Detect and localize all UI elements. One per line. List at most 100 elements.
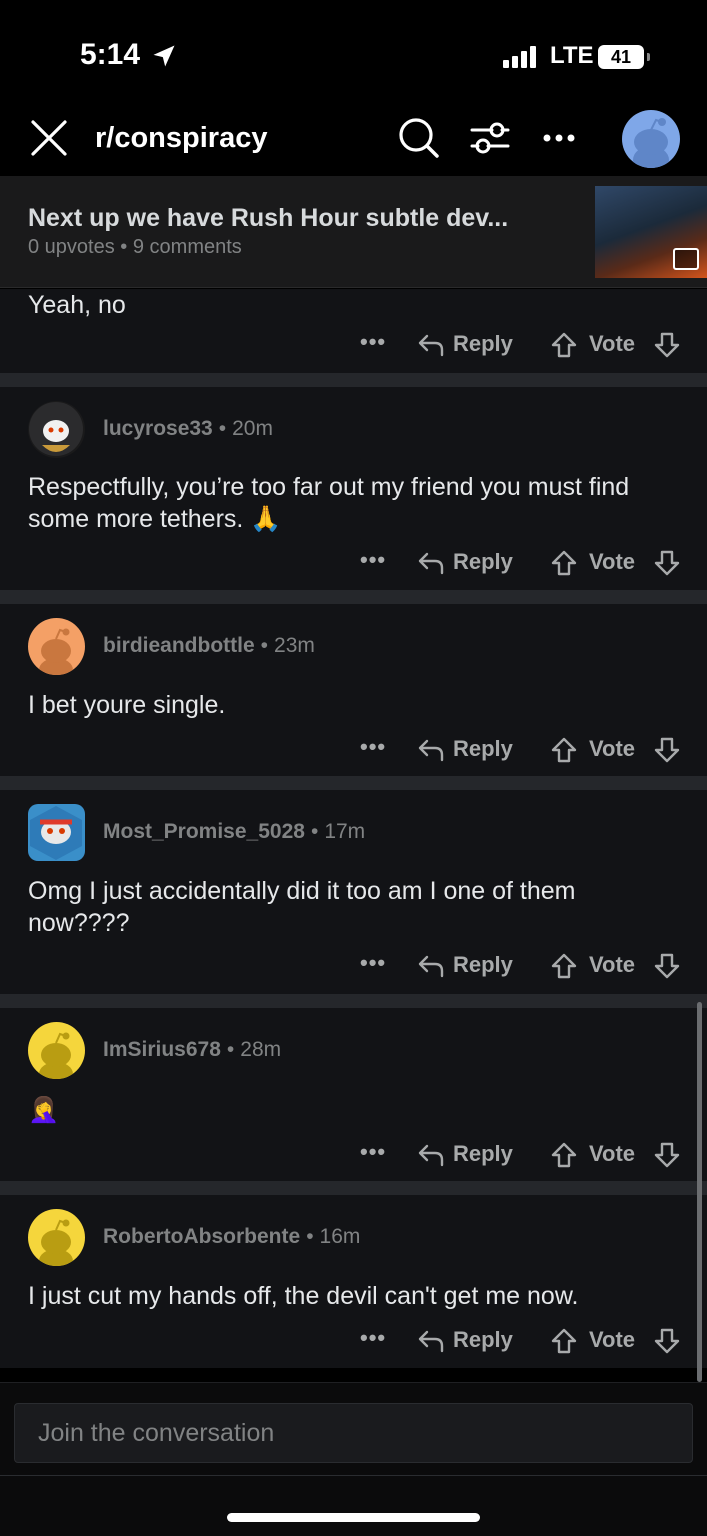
status-bar: 5:14 LTE 41 (0, 0, 707, 100)
comment-body: I just cut my hands off, the devil can't… (28, 1282, 579, 1310)
comment-age: 28m (240, 1038, 282, 1061)
comment-input[interactable]: Join the conversation (14, 1403, 693, 1463)
comment-divider (0, 776, 707, 790)
comment-body: Omg I just accidentally did it too am I … (28, 877, 576, 937)
reply-icon[interactable] (417, 954, 445, 978)
comment-more-button[interactable]: ••• (360, 329, 386, 355)
comment-meta: birdieandbottle • 23m (103, 634, 315, 657)
commenter-avatar[interactable] (28, 618, 85, 675)
subreddit-title[interactable]: r/conspiracy (95, 122, 267, 155)
post-title[interactable]: Next up we have Rush Hour subtle dev... (28, 204, 578, 233)
post-meta: 0 upvotes • 9 comments (28, 236, 242, 258)
comment: Most_Promise_5028 • 17m Omg I just acciden… (0, 790, 707, 994)
upvote-icon[interactable] (550, 1141, 578, 1169)
comment-username[interactable]: Most_Promise_5028 (103, 820, 305, 843)
commenter-avatar[interactable] (28, 1022, 85, 1079)
filter-sort-icon[interactable] (468, 116, 512, 160)
comment-username[interactable]: lucyrose33 (103, 417, 213, 440)
reply-button[interactable]: Reply (453, 952, 513, 978)
downvote-icon[interactable] (653, 549, 681, 577)
reply-icon[interactable] (417, 738, 445, 762)
comment-body: I bet youre single. (28, 691, 226, 719)
reply-button[interactable]: Reply (453, 736, 513, 762)
upvote-icon[interactable] (550, 549, 578, 577)
comment: lucyrose33 • 20m Respectfully, you’re too … (0, 387, 707, 590)
reply-icon[interactable] (417, 333, 445, 357)
vote-count: Vote (589, 952, 636, 977)
comment-more-button[interactable]: ••• (360, 547, 386, 573)
commenter-avatar[interactable] (28, 1209, 85, 1266)
comment-count: 9 comments (132, 236, 242, 258)
network-type: LTE (550, 42, 594, 69)
comment-username[interactable]: ImSirius678 (103, 1038, 221, 1061)
comment-more-button[interactable]: ••• (360, 1325, 386, 1351)
close-icon[interactable] (28, 117, 70, 159)
snoo-avatar-icon (39, 1219, 73, 1266)
comment-more-button[interactable]: ••• (360, 734, 386, 760)
comment-actions: ••• Reply Vote (355, 547, 685, 583)
comment-age: 16m (319, 1225, 361, 1248)
comment-body: 🤦‍♀️ (28, 1096, 60, 1124)
reply-button[interactable]: Reply (453, 549, 513, 575)
divider (0, 1475, 707, 1476)
comment-body: Yeah, no (28, 291, 126, 319)
downvote-icon[interactable] (653, 331, 681, 359)
image-gallery-icon (673, 248, 699, 270)
more-options-icon[interactable] (539, 116, 583, 160)
post-thumbnail[interactable] (595, 186, 707, 278)
vote-count: Vote (589, 549, 636, 574)
comment-divider (0, 994, 707, 1008)
comment-partial: Yeah, no ••• Reply Vote (0, 289, 707, 373)
downvote-icon[interactable] (653, 952, 681, 980)
comment-divider (0, 590, 707, 604)
reply-button[interactable]: Reply (453, 1141, 513, 1167)
reply-icon[interactable] (417, 1329, 445, 1353)
post-preview-card[interactable]: Next up we have Rush Hour subtle dev... … (0, 176, 707, 288)
comment-more-button[interactable]: ••• (360, 1139, 386, 1165)
location-arrow-icon (153, 45, 175, 67)
upvote-icon[interactable] (550, 1327, 578, 1355)
reply-icon[interactable] (417, 551, 445, 575)
comment-age: 20m (232, 417, 273, 440)
reply-icon[interactable] (417, 1143, 445, 1167)
upvote-icon[interactable] (550, 736, 578, 764)
downvote-icon[interactable] (653, 1141, 681, 1169)
status-time: 5:14 (80, 38, 141, 71)
signal-icon (503, 46, 536, 68)
vote-count: Vote (589, 736, 636, 761)
comment: ImSirius678 • 28m 🤦‍♀️ ••• Reply Vote (0, 1008, 707, 1181)
comment-username[interactable]: RobertoAbsorbente (103, 1225, 300, 1248)
comment-actions: ••• Reply Vote (355, 1139, 685, 1175)
downvote-icon[interactable] (653, 736, 681, 764)
upvote-count: 0 upvotes (28, 236, 115, 258)
comment-meta: Most_Promise_5028 • 17m (103, 820, 366, 843)
commenter-avatar[interactable] (28, 804, 85, 861)
home-indicator[interactable] (227, 1513, 480, 1522)
upvote-icon[interactable] (550, 952, 578, 980)
comment-age: 23m (274, 634, 315, 657)
comment-more-button[interactable]: ••• (360, 950, 386, 976)
vote-count: Vote (589, 1141, 636, 1166)
snoo-avatar-icon (30, 806, 82, 860)
reply-button[interactable]: Reply (453, 1327, 513, 1353)
vote-count: Vote (589, 1327, 636, 1352)
search-icon[interactable] (397, 116, 441, 160)
commenter-avatar[interactable] (28, 401, 85, 458)
bottom-bar: Join the conversation (0, 1382, 707, 1536)
snoo-avatar-icon (39, 628, 73, 675)
snoo-avatar-icon (633, 118, 669, 168)
upvote-icon[interactable] (550, 331, 578, 359)
battery-icon: 41 (598, 45, 650, 69)
scrollbar[interactable] (697, 1002, 702, 1382)
comment-username[interactable]: birdieandbottle (103, 634, 255, 657)
comment: birdieandbottle • 23m I bet youre single. … (0, 604, 707, 776)
user-avatar[interactable] (622, 110, 680, 168)
comment-meta: ImSirius678 • 28m (103, 1038, 282, 1061)
comment-actions: ••• Reply Vote (355, 1325, 685, 1361)
downvote-icon[interactable] (653, 1327, 681, 1355)
reply-button[interactable]: Reply (453, 331, 513, 357)
comment-actions: ••• Reply Vote (355, 329, 685, 365)
comment-divider (0, 1181, 707, 1195)
comment-meta: lucyrose33 • 20m (103, 417, 273, 440)
top-nav-bar: r/conspiracy (0, 100, 707, 176)
